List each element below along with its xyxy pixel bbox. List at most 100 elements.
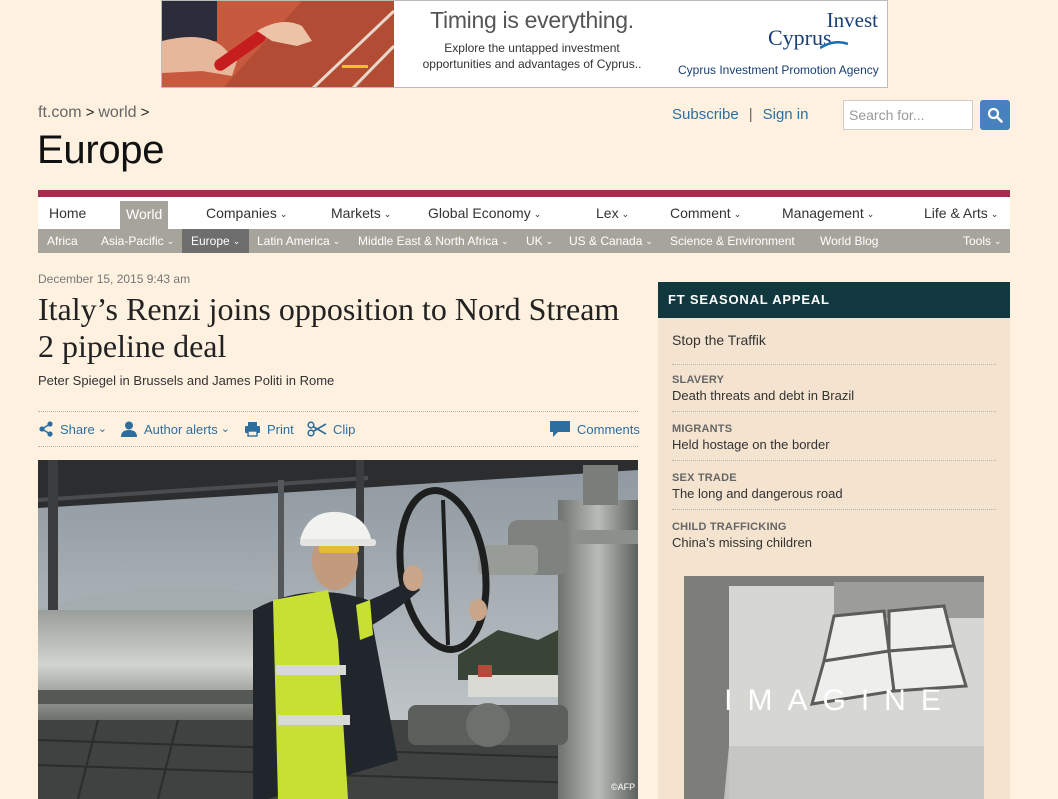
chevron-down-icon: ⌄ [232, 236, 241, 246]
chevron-down-icon: ⌄ [866, 209, 875, 219]
primary-nav: Home World Companies ⌄ Markets ⌄ Global Ec… [38, 197, 1010, 229]
breadcrumb: ft.com > world > [38, 104, 153, 122]
nav-item-label: Life & Arts [924, 205, 988, 221]
nav-item-life-arts[interactable]: Life & Arts ⌄ [924, 197, 998, 229]
appeal-story[interactable]: MIGRANTS Held hostage on the border [672, 423, 996, 452]
story-title-link[interactable]: Death threats and debt in Brazil [672, 388, 996, 403]
story-category: CHILD TRAFFICKING [672, 521, 787, 533]
sign-in-link[interactable]: Sign in [763, 106, 809, 123]
nav-item-label: Lex [596, 205, 619, 221]
subnav-item-asia-pacific[interactable]: Asia-Pacific ⌄ [101, 229, 174, 253]
nav-item-label: Management [782, 205, 864, 221]
photo-credit: ©AFP [611, 782, 635, 792]
chevron-down-icon: ⌄ [220, 422, 230, 435]
comments-button[interactable]: Comments [549, 414, 640, 444]
chevron-down-icon: ⌄ [545, 236, 554, 246]
ad-copy: Timing is everything. Explore the untapp… [402, 1, 662, 87]
chevron-down-icon: ⌄ [733, 209, 742, 219]
logo-swoosh-icon [820, 41, 848, 49]
breadcrumb-separator: > [85, 104, 95, 121]
nav-item-home[interactable]: Home [49, 197, 86, 229]
divider [672, 460, 996, 461]
article-headline: Italy’s Renzi joins opposition to Nord S… [38, 291, 620, 364]
logo-word-invest: Invest [826, 8, 878, 32]
nav-item-label: Comment [670, 205, 731, 221]
appeal-story[interactable]: SEX TRADE The long and dangerous road [672, 472, 996, 501]
nav-item-comment[interactable]: Comment ⌄ [670, 197, 741, 229]
printer-icon [245, 422, 260, 437]
appeal-story[interactable]: SLAVERY Death threats and debt in Brazil [672, 374, 996, 403]
story-category: SLAVERY [672, 374, 725, 386]
nav-item-world[interactable]: World [120, 201, 169, 229]
story-category: MIGRANTS [672, 423, 733, 435]
subnav-item-label: Middle East & North Africa [358, 234, 499, 248]
subnav-item-tools[interactable]: Tools ⌄ [963, 229, 1002, 253]
subnav-item-uk[interactable]: UK ⌄ [526, 229, 553, 253]
pipeline-worker-photo: ©AFP [38, 460, 638, 799]
subnav-item-label: World Blog [820, 234, 879, 248]
nav-item-label: Global Economy [428, 205, 531, 221]
imagine-promo-ad[interactable]: IMAGINE [684, 576, 984, 799]
subnav-item-science-environment[interactable]: Science & Environment [670, 229, 795, 253]
appeal-title-link[interactable]: Stop the Traffik [672, 332, 766, 348]
nav-item-management[interactable]: Management ⌄ [782, 197, 874, 229]
story-category: SEX TRADE [672, 472, 737, 484]
breadcrumb-ftcom-link[interactable]: ft.com [38, 104, 82, 121]
share-icon [39, 421, 53, 437]
top-banner-ad[interactable]: Timing is everything. Explore the untapp… [161, 0, 888, 88]
subnav-item-label: UK [526, 234, 543, 248]
subscribe-link[interactable]: Subscribe [672, 106, 739, 123]
person-icon [121, 421, 137, 437]
breadcrumb-world-link[interactable]: world [98, 104, 136, 121]
nav-item-markets[interactable]: Markets ⌄ [331, 197, 391, 229]
story-title-link[interactable]: The long and dangerous road [672, 486, 996, 501]
chevron-down-icon: ⌄ [279, 209, 288, 219]
nav-item-lex[interactable]: Lex ⌄ [596, 197, 629, 229]
divider [38, 411, 638, 412]
clip-button[interactable]: Clip [307, 414, 355, 444]
divider [672, 364, 996, 365]
appeal-story[interactable]: CHILD TRAFFICKING China’s missing childr… [672, 521, 996, 550]
breadcrumb-separator: > [140, 104, 150, 121]
search-icon [987, 107, 1003, 123]
story-title-link[interactable]: China’s missing children [672, 535, 996, 550]
subnav-item-europe[interactable]: Europe ⌄ [182, 229, 250, 253]
promo-text: IMAGINE [724, 684, 956, 717]
page-title: Europe [37, 128, 165, 172]
chevron-down-icon: ⌄ [383, 209, 392, 219]
chevron-down-icon: ⌄ [994, 236, 1002, 246]
seasonal-appeal-header[interactable]: FT SEASONAL APPEAL [658, 282, 1010, 318]
chevron-down-icon: ⌄ [645, 236, 653, 246]
subnav-item-world-blog[interactable]: World Blog [820, 229, 878, 253]
subnav-item-africa[interactable]: Africa [47, 229, 78, 253]
subnav-item-label: Europe [191, 234, 230, 248]
nav-item-companies[interactable]: Companies ⌄ [206, 197, 287, 229]
nav-item-label: World [126, 206, 163, 222]
seasonal-appeal-panel: Stop the Traffik SLAVERY Death threats a… [658, 318, 1010, 799]
search-button[interactable] [980, 100, 1010, 130]
search-input[interactable] [843, 100, 973, 130]
subnav-item-label: Latin America [257, 234, 330, 248]
nav-item-global-economy[interactable]: Global Economy ⌄ [428, 197, 541, 229]
print-button[interactable]: Print [244, 414, 294, 444]
subnav-item-middle-east[interactable]: Middle East & North Africa ⌄ [358, 229, 509, 253]
share-button[interactable]: Share ⌄ [38, 414, 107, 444]
print-label: Print [267, 421, 294, 437]
invest-cyprus-logo: Invest Cyprus [768, 5, 878, 50]
article-hero-image[interactable]: ©AFP [38, 460, 638, 799]
divider [672, 509, 996, 510]
subnav-item-us-canada[interactable]: US & Canada ⌄ [569, 229, 653, 253]
comment-bubble-icon [550, 421, 570, 437]
chevron-down-icon: ⌄ [501, 236, 509, 246]
divider [38, 446, 638, 447]
subnav-item-latin-america[interactable]: Latin America ⌄ [257, 229, 340, 253]
article-dateline: December 15, 2015 9:43 am [38, 272, 191, 286]
nav-item-label: Companies [206, 205, 277, 221]
ad-photo-relay-baton [162, 1, 394, 87]
chevron-down-icon: ⌄ [533, 209, 542, 219]
ad-body: Explore the untapped investment opportun… [402, 40, 662, 72]
share-label: Share [60, 421, 95, 437]
story-title-link[interactable]: Held hostage on the border [672, 437, 996, 452]
author-alerts-button[interactable]: Author alerts ⌄ [120, 414, 230, 444]
nav-item-label: Home [49, 205, 87, 221]
